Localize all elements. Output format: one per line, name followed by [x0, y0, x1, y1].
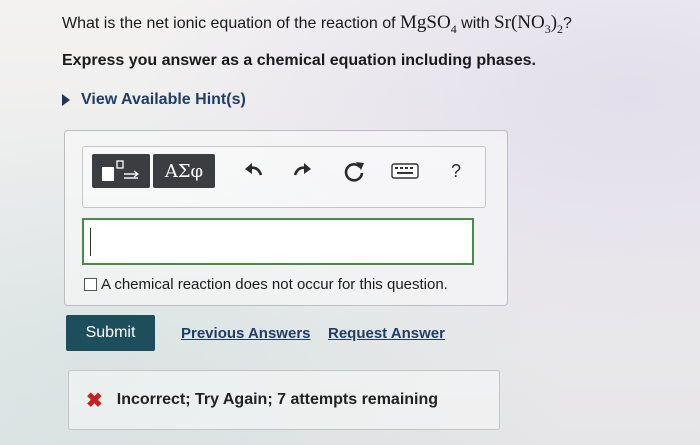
question-text: What is the net ionic equation of the re… [62, 12, 572, 37]
reagent-srno32: Sr(NO3)2 [494, 12, 563, 36]
view-hints-link[interactable]: View Available Hint(s) [62, 91, 246, 109]
redo-icon [293, 163, 311, 176]
reagent1-base: MgSO [400, 12, 451, 33]
feedback-box: ✖ Incorrect; Try Again; 7 attempts remai… [68, 370, 500, 430]
templates-button[interactable] [92, 154, 150, 188]
no-reaction-label: A chemical reaction does not occur for t… [101, 276, 448, 293]
expand-triangle-icon [62, 94, 70, 106]
reset-icon [344, 162, 364, 182]
reset-button[interactable] [341, 157, 367, 185]
keyboard-button[interactable] [390, 157, 420, 185]
previous-answers-link[interactable]: Previous Answers [181, 325, 311, 342]
submit-button[interactable]: Submit [66, 315, 155, 351]
keyboard-icon [391, 163, 419, 179]
no-reaction-checkbox[interactable] [84, 278, 97, 291]
question-prefix: What is the net ionic equation of the re… [62, 15, 396, 32]
templates-icon [102, 160, 139, 181]
redo-button[interactable] [290, 157, 316, 185]
question-with: with [461, 15, 490, 32]
error-x-icon: ✖ [86, 389, 103, 412]
question-suffix: ? [563, 15, 572, 32]
instruction-text: Express you answer as a chemical equatio… [62, 52, 536, 69]
request-answer-link[interactable]: Request Answer [328, 325, 445, 342]
text-caret [90, 228, 91, 256]
answer-input[interactable] [82, 218, 474, 265]
reagent1-sub: 4 [450, 21, 457, 36]
help-button[interactable]: ? [443, 157, 469, 185]
no-reaction-option[interactable]: A chemical reaction does not occur for t… [84, 276, 448, 293]
reagent-mgso4: MgSO4 [400, 12, 457, 36]
equation-toolbar: ΑΣφ ? [82, 146, 486, 208]
help-icon: ? [450, 160, 461, 181]
feedback-text: Incorrect; Try Again; 7 attempts remaini… [116, 391, 439, 408]
reagent2-base: Sr(NO [494, 12, 545, 33]
undo-button[interactable] [240, 157, 266, 185]
greek-letters-label: ΑΣφ [164, 160, 204, 182]
view-hints-label: View Available Hint(s) [81, 91, 246, 108]
greek-letters-button[interactable]: ΑΣφ [153, 154, 215, 188]
undo-icon [245, 163, 263, 176]
